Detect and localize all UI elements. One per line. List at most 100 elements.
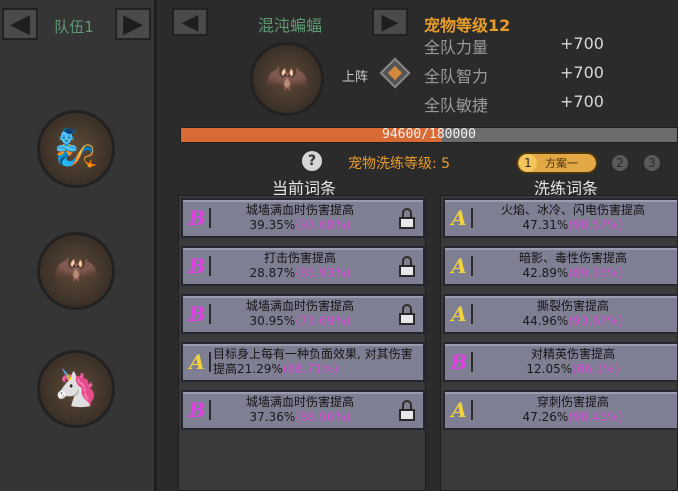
affix-pct: 47.26% [522,410,569,424]
grade-badge: B [188,398,206,422]
team-slot-3[interactable]: 🦄 [37,350,115,428]
stat-value: +700 [560,63,604,82]
team-label: 队伍1 [54,18,94,36]
chaos-bat-pet-icon: 🦇 [53,250,99,291]
refine-affix-1[interactable]: A 火焰、冰冷、闪电伤害提高 47.31%(98.57%) [443,198,678,238]
stat-value: +700 [560,34,604,53]
unlock-icon[interactable] [397,304,417,326]
divider [209,304,211,324]
stat-row-strength: 全队力量 +700 [424,34,674,58]
current-affix-4[interactable]: A 目标身上每有一种负面效果, 对其伤害提高21.29%(88.71%) [181,342,425,382]
affix-text: 城墙满血时伤害提高 30.95%(73.69%) [213,299,387,329]
pet-portrait: 🦇 [250,42,324,116]
affix-text: 撕裂伤害提高 44.96%(93.67%) [475,299,671,329]
affix-pct: 37.36% [249,410,296,424]
plan-label: 方案一 [545,157,578,170]
team-slot-2[interactable]: 🦇 [37,232,115,310]
affix-pct: 30.95% [249,314,296,328]
grade-badge: B [188,206,206,230]
unlock-icon[interactable] [397,256,417,278]
grade-badge: A [451,398,467,422]
team-slot-1[interactable]: 🧞 [37,110,115,188]
team-next-button[interactable]: ▶ [115,8,151,40]
stat-row-intelligence: 全队智力 +700 [424,63,674,87]
plan-1-tab[interactable]: 1 方案一 [516,152,598,174]
affix-max: (73.69%) [295,314,351,328]
affix-name: 对精英伤害提高 [530,347,615,361]
plan-3-tab[interactable]: 3 [642,153,662,173]
pet-next-button[interactable]: ▶ [372,8,408,36]
current-affix-3[interactable]: B 城墙满血时伤害提高 30.95%(73.69%) [181,294,425,334]
stat-row-agility: 全队敏捷 +700 [424,92,674,116]
pet-name: 混沌蝙蝠 [257,16,322,35]
affix-text: 目标身上每有一种负面效果, 对其伤害提高21.29%(88.71%) [213,347,417,377]
refine-level: 宠物洗练等级: 5 [348,156,451,172]
affix-name: 城墙满血时伤害提高 [245,395,354,409]
affix-pct: 44.96% [522,314,569,328]
pet-prev-button[interactable]: ◀ [172,8,208,36]
refine-affix-4[interactable]: B 对精英伤害提高 12.05%(86.1%) [443,342,678,382]
plan-2-tab[interactable]: 2 [610,153,630,173]
current-affix-5[interactable]: B 城墙满血时伤害提高 37.36%(88.96%) [181,390,425,430]
affix-value: 30.95%(73.69%) [213,314,387,329]
affix-text: 城墙满血时伤害提高 37.36%(88.96%) [213,395,387,425]
divider [209,208,211,228]
affix-name: 撕裂伤害提高 [536,299,609,313]
refine-affix-5[interactable]: A 穿刺伤害提高 47.26%(98.45%) [443,390,678,430]
refine-affix-3[interactable]: A 撕裂伤害提高 44.96%(93.67%) [443,294,678,334]
divider [471,256,473,276]
stat-label: 全队智力 [424,67,489,86]
affix-max: (88.71%) [282,362,338,376]
affix-max: (98.45%) [568,410,624,424]
affix-name: 打击伤害提高 [263,251,336,265]
affix-pct: 42.89% [522,266,569,280]
affix-value: 39.35%(93.68%) [213,218,387,233]
current-affix-list: B 城墙满血时伤害提高 39.35%(93.68%) B 打击伤害提高 28.8… [178,195,426,491]
affix-max: (89.35%) [568,266,624,280]
refine-affix-2[interactable]: A 暗影、毒性伤害提高 42.89%(89.35%) [443,246,678,286]
unlock-icon[interactable] [397,208,417,230]
affix-text: 打击伤害提高 28.87%(85.93%) [213,251,387,281]
pet-level: 宠物等级12 [424,16,511,35]
affix-text: 火焰、冰冷、闪电伤害提高 47.31%(98.57%) [475,203,671,233]
affix-name: 火焰、冰冷、闪电伤害提高 [500,203,645,217]
affix-text: 对精英伤害提高 12.05%(86.1%) [475,347,671,377]
deploy-diamond-icon[interactable] [379,57,411,89]
double-right-arrow-icon: ▶ [123,9,143,39]
affix-value: 47.26%(98.45%) [475,410,671,425]
grade-badge: B [188,254,206,278]
affix-name: 暗影、毒性伤害提高 [518,251,627,265]
stat-value: +700 [560,92,604,111]
divider [209,352,211,372]
current-affix-2[interactable]: B 打击伤害提高 28.87%(85.93%) [181,246,425,286]
grade-badge: A [451,302,467,326]
affix-pct: 28.87% [249,266,296,280]
affix-value: 37.36%(88.96%) [213,410,387,425]
double-left-arrow-icon: ◀ [181,9,199,35]
unlock-icon[interactable] [397,400,417,422]
grade-badge: A [451,254,467,278]
grade-badge: A [189,350,205,374]
affix-pct: 12.05% [526,362,573,376]
affix-max: (85.93%) [295,266,351,280]
refine-affix-list: A 火焰、冰冷、闪电伤害提高 47.31%(98.57%) A 暗影、毒性伤害提… [440,195,678,491]
xp-progress-text: 94600/180000 [382,127,476,142]
current-affix-1[interactable]: B 城墙满血时伤害提高 39.35%(93.68%) [181,198,425,238]
affix-max: (88.96%) [295,410,351,424]
affix-name: 城墙满血时伤害提高 [245,299,354,313]
help-icon[interactable]: ? [302,151,322,171]
double-right-arrow-icon: ▶ [381,9,399,35]
affix-max: (93.67%) [568,314,624,328]
affix-text: 城墙满血时伤害提高 39.35%(93.68%) [213,203,387,233]
affix-value: 44.96%(93.67%) [475,314,671,329]
grade-badge: A [451,206,467,230]
team-header: ◀ 队伍1 ▶ [0,6,157,44]
divider [471,352,473,372]
affix-name: 城墙满血时伤害提高 [245,203,354,217]
team-prev-button[interactable]: ◀ [2,8,38,40]
affix-value: 42.89%(89.35%) [475,266,671,281]
affix-pct: 47.31% [522,218,569,232]
genie-lamp-pet-icon: 🧞 [53,128,99,169]
plan-number: 1 [519,154,537,172]
divider [209,400,211,420]
